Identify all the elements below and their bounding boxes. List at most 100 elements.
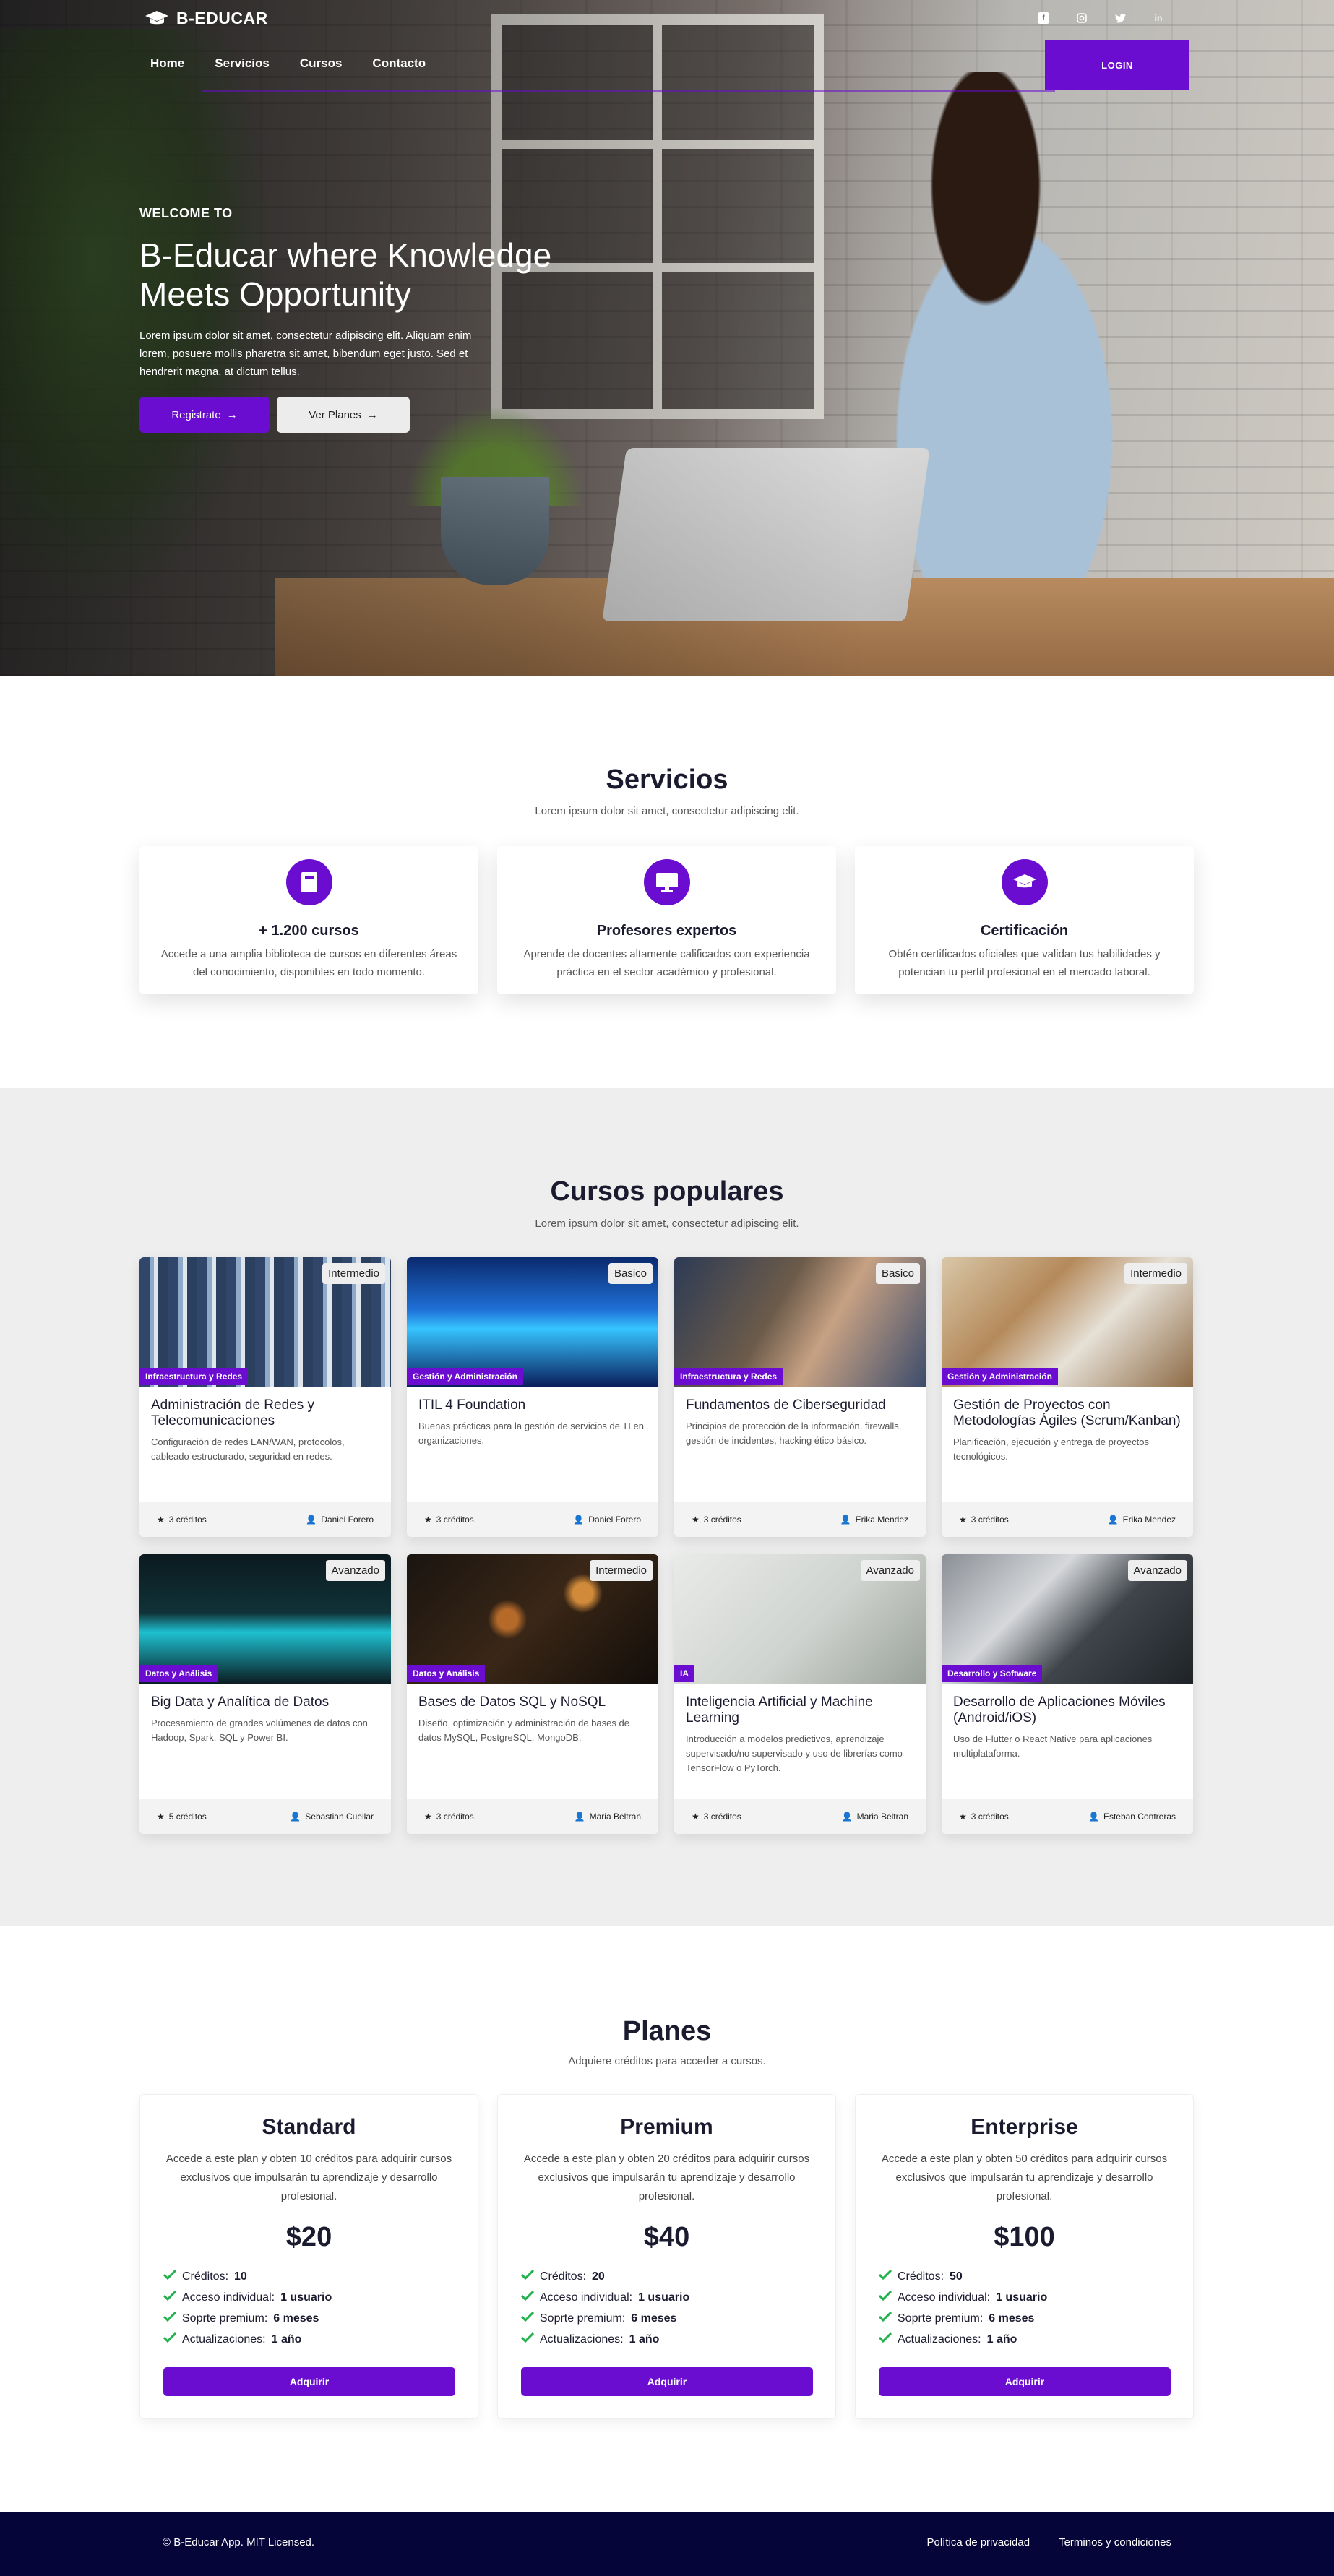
course-footer: ★ 3 créditos 👤 Erika Mendez [674,1502,926,1537]
nav-servicios[interactable]: Servicios [215,56,270,71]
linkedin-icon[interactable]: in [1153,12,1164,24]
course-card[interactable]: Basico Infraestructura y Redes Fundament… [674,1257,926,1537]
hero-section: B-EDUCAR Home Servicios Cursos Contacto … [0,0,1334,676]
service-card: + 1.200 cursos Accede a una amplia bibli… [139,846,478,994]
hero-title: B-Educar where Knowledge Meets Opportuni… [139,236,552,313]
course-card[interactable]: Avanzado IA Inteligencia Artificial y Ma… [674,1554,926,1834]
view-plans-button[interactable]: Ver Planes → [277,397,410,433]
star-icon: ★ [424,1515,432,1525]
course-footer: ★ 3 créditos 👤 Esteban Contreras [942,1799,1193,1834]
course-credits: 5 créditos [168,1812,207,1822]
course-credits: 3 créditos [971,1812,1009,1822]
course-level-badge: Intermedio [322,1263,385,1284]
course-title: Big Data y Analítica de Datos [151,1694,330,1710]
hero-description: Lorem ipsum dolor sit amet, consectetur … [139,329,472,378]
buy-button[interactable]: Adquirir [879,2367,1171,2396]
hero-content: WELCOME TO B-Educar where Knowledge Meet… [139,206,602,433]
course-card[interactable]: Basico Gestión y Administración ITIL 4 F… [407,1257,658,1537]
plan-feature: Actualizaciones: 1 año [878,2329,1193,2350]
privacy-policy-link[interactable]: Política de privacidad [927,2536,1030,2549]
planes-subtitle: Adquiere créditos para acceder a cursos. [568,2055,766,2067]
login-button[interactable]: LOGIN [1045,40,1189,90]
check-icon [163,2290,177,2304]
book-icon [285,859,332,905]
course-title: Administración de Redes y Telecomunicaci… [151,1397,314,1429]
course-level-badge: Basico [608,1263,653,1284]
footer-copyright: © B-Educar App. MIT Licensed. [163,2536,315,2549]
course-description: Principios de protección de la informaci… [686,1421,902,1446]
view-plans-label: Ver Planes [309,408,361,421]
course-credits: 3 créditos [703,1812,741,1822]
course-footer: ★ 3 créditos 👤 Maria Beltran [407,1799,658,1834]
check-icon [163,2311,177,2325]
plan-features: Créditos: 50 Acceso individual: 1 usuario … [856,2266,1193,2350]
course-footer: ★ 3 créditos 👤 Daniel Forero [139,1502,391,1537]
course-level-badge: Avanzado [325,1560,385,1581]
course-level-badge: Intermedio [590,1560,653,1581]
course-credits: 3 créditos [168,1515,207,1525]
course-card[interactable]: Intermedio Infraestructura y Redes Admin… [139,1257,391,1537]
courses-grid: Intermedio Infraestructura y Redes Admin… [139,1257,1195,1834]
star-icon: ★ [692,1515,700,1525]
buy-button[interactable]: Adquirir [163,2367,455,2396]
arrow-right-icon: → [226,408,238,421]
graduation-cap-icon [1001,859,1048,905]
nav-cursos[interactable]: Cursos [300,56,343,71]
course-footer: ★ 5 créditos 👤 Sebastian Cuellar [139,1799,391,1834]
course-title: Inteligencia Artificial y Machine Learni… [686,1694,873,1726]
course-footer: ★ 3 créditos 👤 Maria Beltran [674,1799,926,1834]
plan-feature: Soprte premium: 6 meses [520,2308,835,2329]
course-description: Diseño, optimización y administración de… [418,1718,629,1743]
terms-link[interactable]: Terminos y condiciones [1059,2536,1171,2549]
planes-title: Planes [622,2016,712,2046]
instagram-icon[interactable] [1076,12,1088,24]
course-level-badge: Basico [875,1263,920,1284]
plan-feature: Acceso individual: 1 usuario [878,2287,1193,2308]
service-text: Aprende de docentes altamente calificado… [523,948,810,978]
nav-contacto[interactable]: Contacto [372,56,426,71]
course-description: Introducción a modelos predictivos, apre… [686,1733,903,1773]
twitter-icon[interactable] [1114,12,1126,24]
check-icon [520,2290,535,2304]
plan-features: Créditos: 10 Acceso individual: 1 usuario … [140,2266,478,2350]
star-icon: ★ [959,1515,967,1525]
arrow-right-icon: → [366,408,378,421]
hero-kicker: WELCOME TO [139,206,233,220]
course-description: Planificación, ejecución y entrega de pr… [953,1436,1149,1462]
user-icon: 👤 [1107,1515,1119,1525]
course-card[interactable]: Avanzado Datos y Análisis Big Data y Ana… [139,1554,391,1834]
course-category-badge: Datos y Análisis [407,1665,486,1682]
register-button[interactable]: Registrate → [139,397,270,433]
user-icon: 👤 [840,1515,851,1525]
buy-button[interactable]: Adquirir [521,2367,813,2396]
plans-list: Standard Accede a este plan y obten 10 c… [139,2094,1195,2419]
course-description: Buenas prácticas para la gestión de serv… [418,1421,644,1446]
plan-description: Accede a este plan y obten 50 créditos p… [881,2153,1168,2202]
plan-feature: Soprte premium: 6 meses [878,2308,1193,2329]
course-card[interactable]: Avanzado Desarrollo y Software Desarroll… [942,1554,1193,1834]
services-list: + 1.200 cursos Accede a una amplia bibli… [139,846,1195,994]
user-icon: 👤 [306,1515,317,1525]
plan-price: $40 [643,2222,690,2252]
plan-description: Accede a este plan y obten 10 créditos p… [165,2153,452,2202]
check-icon [520,2311,535,2325]
brand-logo[interactable]: B-EDUCAR [145,9,268,28]
course-teacher: Erika Mendez [1122,1515,1176,1525]
course-category-badge: Gestión y Administración [942,1368,1058,1385]
plan-feature: Actualizaciones: 1 año [520,2329,835,2350]
course-card[interactable]: Intermedio Gestión y Administración Gest… [942,1257,1193,1537]
course-teacher: Daniel Forero [321,1515,374,1525]
servicios-subtitle: Lorem ipsum dolor sit amet, consectetur … [535,805,799,817]
course-card[interactable]: Intermedio Datos y Análisis Bases de Dat… [407,1554,658,1834]
plan-name: Standard [262,2115,356,2139]
course-title: ITIL 4 Foundation [418,1397,526,1413]
check-icon [520,2269,535,2283]
plan-feature: Créditos: 50 [878,2266,1193,2287]
course-title: Bases de Datos SQL y NoSQL [418,1694,606,1710]
plan-features: Créditos: 20 Acceso individual: 1 usuario … [498,2266,835,2350]
check-icon [163,2332,177,2346]
main-nav: Home Servicios Cursos Contacto [150,56,426,71]
facebook-icon[interactable]: f [1038,12,1049,24]
nav-home[interactable]: Home [150,56,184,71]
brand-name: B-EDUCAR [176,9,268,27]
